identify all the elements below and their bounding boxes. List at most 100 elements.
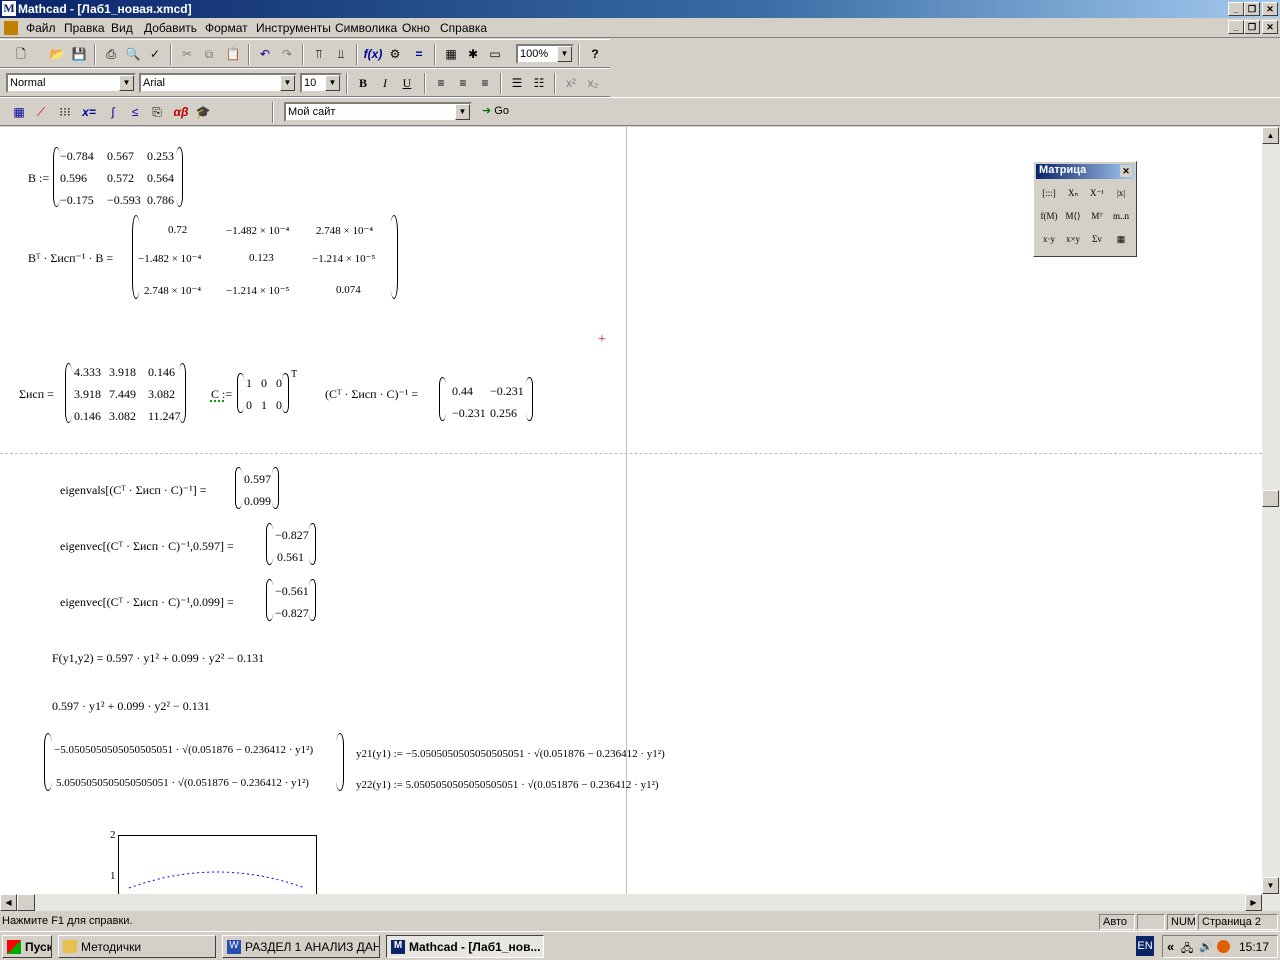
palette-transpose-button[interactable]: Mᵀ [1086, 206, 1108, 227]
f-definition[interactable]: F(y1,y2) = 0.597 · y1² + 0.099 · y2² − 0… [52, 651, 264, 666]
doc-minimize-button[interactable]: _ [1228, 20, 1244, 34]
resources-icon[interactable]: ✱ [462, 44, 484, 65]
italic-button[interactable]: I [374, 73, 396, 94]
graph-icon[interactable]: ⟋ [30, 102, 52, 123]
chevron-down-icon[interactable]: ▼ [280, 75, 295, 91]
y21-definition[interactable]: y21(y1) := −5.0505050505050505051 · √(0.… [356, 748, 665, 760]
matrix-icon[interactable]: ⁝⁝⁝ [54, 102, 76, 123]
mathcad-app-icon[interactable]: M [2, 1, 16, 16]
scroll-left-icon[interactable]: ◀ [0, 894, 17, 911]
start-button[interactable]: Пуск [2, 935, 52, 958]
window-icon[interactable]: ▭ [484, 44, 506, 65]
bullets-icon[interactable]: ☰ [506, 73, 528, 94]
align-left-icon[interactable]: ≡ [430, 73, 452, 94]
save-icon[interactable]: 💾 [68, 44, 90, 65]
print-preview-icon[interactable]: 🔍 [122, 44, 144, 65]
evaluation-icon[interactable]: x= [78, 102, 100, 123]
palette-range-button[interactable]: m..n [1110, 206, 1132, 227]
cut-icon[interactable]: ✂ [176, 44, 198, 65]
menu-view[interactable]: Вид [111, 21, 133, 35]
doc-restore-button[interactable]: ❐ [1244, 20, 1260, 34]
calculus-icon[interactable]: ∫ [102, 102, 124, 123]
palette-column-button[interactable]: M⟨⟩ [1062, 206, 1084, 227]
zoom-select[interactable]: 100% ▼ [516, 44, 574, 64]
close-icon[interactable]: ✕ [1120, 165, 1132, 177]
taskbar-item-mathcad[interactable]: M Mathcad - [Лаб1_нов... [386, 935, 544, 958]
align-top-icon[interactable]: ⫪ [308, 44, 330, 65]
calculator-icon[interactable]: ▦ [8, 102, 30, 123]
spellcheck-icon[interactable]: ✓ [144, 44, 166, 65]
y22-definition[interactable]: y22(y1) := 5.0505050505050505051 · √(0.0… [356, 779, 659, 791]
chevron-down-icon[interactable]: ▼ [325, 75, 340, 91]
palette-subscript-button[interactable]: Xₙ [1062, 183, 1084, 204]
palette-vectorize-button[interactable]: f(M) [1038, 206, 1060, 227]
close-button[interactable]: ✕ [1262, 2, 1278, 16]
copy-icon[interactable]: ⧉ [198, 44, 220, 65]
palette-title-bar[interactable]: Матрица ✕ [1036, 164, 1134, 179]
component-icon[interactable]: ▦ [440, 44, 462, 65]
scroll-right-icon[interactable]: ▶ [1245, 894, 1262, 911]
chevron-down-icon[interactable]: ▼ [557, 46, 572, 62]
subscript-icon[interactable]: x₂ [582, 73, 604, 94]
matrix-palette[interactable]: Матрица ✕ [:::] Xₙ X⁻¹ |x| f(M) M⟨⟩ Mᵀ m.… [1033, 161, 1137, 257]
minimize-button[interactable]: _ [1228, 2, 1244, 16]
greek-icon[interactable]: αβ [170, 102, 192, 123]
network-icon[interactable]: 🖧 [1181, 940, 1193, 959]
paste-icon[interactable]: 📋 [222, 44, 244, 65]
palette-picture-button[interactable]: ▦ [1110, 229, 1132, 250]
menu-symbolics[interactable]: Символика [335, 21, 397, 35]
numbering-icon[interactable]: ☷ [528, 73, 550, 94]
quadratic-expression[interactable]: 0.597 · y1² + 0.099 · y2² − 0.131 [52, 699, 210, 714]
scroll-thumb[interactable] [1262, 490, 1279, 507]
menu-help[interactable]: Справка [440, 21, 487, 35]
new-icon[interactable]: 🗋 [10, 44, 32, 65]
palette-inverse-button[interactable]: X⁻¹ [1086, 183, 1108, 204]
vertical-scrollbar[interactable]: ▲ ▼ [1262, 127, 1280, 894]
align-center-icon[interactable]: ≡ [452, 73, 474, 94]
style-select[interactable]: Normal ▼ [6, 73, 136, 93]
print-icon[interactable]: ⎙ [100, 44, 122, 65]
bold-button[interactable]: B [352, 73, 374, 94]
document-icon[interactable] [4, 21, 18, 35]
palette-cross-product-button[interactable]: x×y [1062, 229, 1084, 250]
menu-edit[interactable]: Правка [64, 21, 105, 35]
chevron-down-icon[interactable]: ▼ [455, 104, 470, 120]
taskbar-item-word[interactable]: W РАЗДЕЛ 1 АНАЛИЗ ДАН... [222, 935, 380, 958]
menu-format[interactable]: Формат [205, 21, 248, 35]
app-tray-icon[interactable] [1217, 940, 1230, 953]
undo-icon[interactable]: ↶ [254, 44, 276, 65]
boolean-icon[interactable]: ≤ [124, 102, 146, 123]
font-size-select[interactable]: 10 ▼ [300, 73, 342, 93]
doc-close-button[interactable]: ✕ [1262, 20, 1278, 34]
menu-file[interactable]: Файл [26, 21, 56, 35]
font-select[interactable]: Arial ▼ [139, 73, 297, 93]
scroll-down-icon[interactable]: ▼ [1262, 877, 1279, 894]
taskbar-item-metodichki[interactable]: Методички [58, 935, 216, 958]
align-down-icon[interactable]: ⫫ [330, 44, 352, 65]
superscript-icon[interactable]: x² [560, 73, 582, 94]
programming-icon[interactable]: ⎘ [146, 102, 168, 123]
hscroll-thumb[interactable] [17, 894, 35, 911]
volume-icon[interactable]: 🔊 [1199, 940, 1213, 953]
help-icon[interactable]: ? [584, 44, 606, 65]
restore-button[interactable]: ❐ [1244, 2, 1260, 16]
language-indicator[interactable]: EN [1136, 936, 1154, 956]
redo-icon[interactable]: ↷ [276, 44, 298, 65]
go-button[interactable]: ➜ Go [482, 104, 509, 117]
align-right-icon[interactable]: ≡ [474, 73, 496, 94]
symbolic-icon[interactable]: 🎓 [192, 102, 214, 123]
palette-vector-sum-button[interactable]: Σv [1086, 229, 1108, 250]
scroll-up-icon[interactable]: ▲ [1262, 127, 1279, 144]
menu-tools[interactable]: Инструменты [256, 21, 331, 35]
insert-function-icon[interactable]: f(x) [362, 44, 384, 65]
palette-insert-matrix-button[interactable]: [:::] [1038, 183, 1060, 204]
palette-dot-product-button[interactable]: x·y [1038, 229, 1060, 250]
menu-window[interactable]: Окно [402, 21, 430, 35]
insert-unit-icon[interactable]: ⚙ [384, 44, 406, 65]
underline-button[interactable]: U [396, 73, 418, 94]
calculate-icon[interactable]: = [408, 44, 430, 65]
palette-determinant-button[interactable]: |x| [1110, 183, 1132, 204]
menu-insert[interactable]: Добавить [144, 21, 197, 35]
open-icon[interactable]: 📂 [46, 44, 68, 65]
tray-expand-icon[interactable]: « [1167, 939, 1174, 954]
